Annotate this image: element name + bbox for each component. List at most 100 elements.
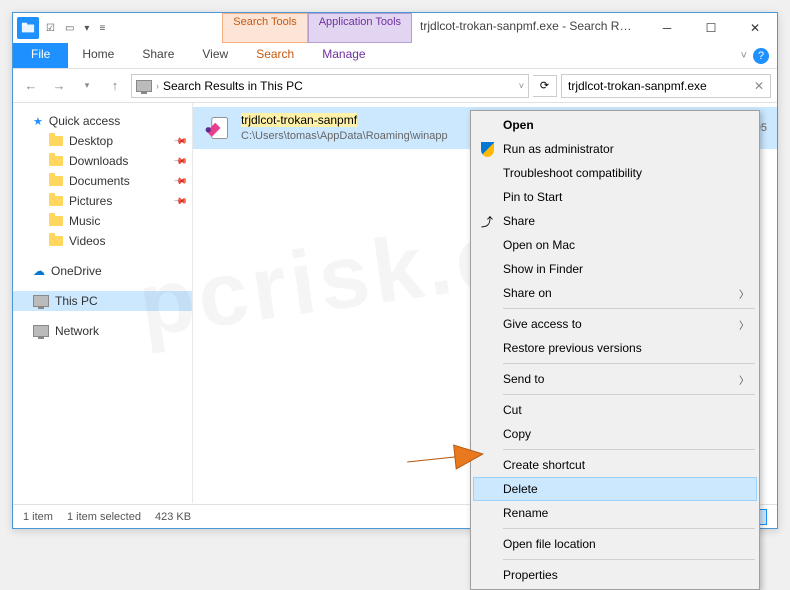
help-icon[interactable]: ? xyxy=(753,48,769,64)
qat-new-folder-icon[interactable]: ▭ xyxy=(62,23,77,34)
qat-properties-icon[interactable]: ☑ xyxy=(43,23,58,34)
pin-icon: 📌 xyxy=(173,153,189,169)
ctx-copy[interactable]: Copy xyxy=(473,422,757,446)
ctx-pin-to-start[interactable]: Pin to Start xyxy=(473,185,757,209)
separator xyxy=(503,363,755,364)
ctx-share-on[interactable]: Share on〉 xyxy=(473,281,757,305)
sidebar-item-desktop[interactable]: Desktop 📌 xyxy=(13,131,192,151)
ctx-show-in-finder[interactable]: Show in Finder xyxy=(473,257,757,281)
ctx-troubleshoot-compatibility[interactable]: Troubleshoot compatibility xyxy=(473,161,757,185)
contextual-tab-application-tools: Application Tools xyxy=(308,13,412,43)
ctx-send-to[interactable]: Send to〉 xyxy=(473,367,757,391)
star-icon: ★ xyxy=(33,115,43,128)
ctx-properties[interactable]: Properties xyxy=(473,563,757,587)
sidebar-item-label: Pictures xyxy=(69,194,112,208)
network-icon xyxy=(33,325,49,337)
sidebar-item-videos[interactable]: Videos xyxy=(13,231,192,251)
sidebar-item-this-pc[interactable]: This PC xyxy=(13,291,192,311)
address-field[interactable]: › Search Results in This PC ˅ xyxy=(131,74,529,98)
context-menu: Open Run as administrator Troubleshoot c… xyxy=(470,110,760,590)
sidebar-item-label: Quick access xyxy=(49,114,120,128)
cloud-icon: ☁ xyxy=(33,264,45,278)
title-bar: ☑ ▭ ▾ ≡ Search Tools Application Tools t… xyxy=(13,13,777,43)
sidebar-item-downloads[interactable]: Downloads 📌 xyxy=(13,151,192,171)
separator xyxy=(503,308,755,309)
search-input[interactable]: trjdlcot-trokan-sanpmf.exe ✕ xyxy=(561,74,771,98)
ctx-give-access-to[interactable]: Give access to〉 xyxy=(473,312,757,336)
sidebar-item-label: Network xyxy=(55,324,99,338)
qat-dropdown-icon[interactable]: ▾ xyxy=(81,23,92,34)
sidebar-item-music[interactable]: Music xyxy=(13,211,192,231)
application-icon xyxy=(203,114,231,142)
sidebar-item-network[interactable]: Network xyxy=(13,321,192,341)
sidebar-item-pictures[interactable]: Pictures 📌 xyxy=(13,191,192,211)
ribbon-tabs: File Home Share View Search Manage ˅ ? xyxy=(13,43,777,69)
tab-share[interactable]: Share xyxy=(128,43,188,68)
address-bar: ← → ▾ ↑ › Search Results in This PC ˅ ⟳ … xyxy=(13,69,777,103)
sidebar-item-documents[interactable]: Documents📌 xyxy=(13,171,192,191)
ctx-create-shortcut[interactable]: Create shortcut xyxy=(473,453,757,477)
app-icon xyxy=(17,17,39,39)
forward-button[interactable]: → xyxy=(47,74,71,98)
ctx-open[interactable]: Open xyxy=(473,113,757,137)
search-value: trjdlcot-trokan-sanpmf.exe xyxy=(568,79,707,93)
separator xyxy=(503,559,755,560)
status-size: 423 KB xyxy=(155,511,191,523)
folder-icon xyxy=(49,216,63,226)
ctx-open-file-location[interactable]: Open file location xyxy=(473,532,757,556)
refresh-button[interactable]: ⟳ xyxy=(533,75,557,97)
ctx-delete[interactable]: Delete xyxy=(473,477,757,501)
chevron-right-icon: › xyxy=(156,81,159,91)
sidebar-item-label: Desktop xyxy=(69,134,113,148)
sidebar-item-label: Documents xyxy=(69,174,130,188)
tab-home[interactable]: Home xyxy=(68,43,128,68)
minimize-button[interactable]: ─ xyxy=(645,13,689,43)
pin-icon: 📌 xyxy=(173,193,189,209)
folder-icon xyxy=(49,136,63,146)
chevron-right-icon: 〉 xyxy=(739,286,749,301)
contextual-tab-search-tools: Search Tools xyxy=(222,13,307,43)
back-button[interactable]: ← xyxy=(19,74,43,98)
tab-view[interactable]: View xyxy=(188,43,242,68)
ctx-open-on-mac[interactable]: Open on Mac xyxy=(473,233,757,257)
folder-icon xyxy=(49,156,63,166)
ctx-rename[interactable]: Rename xyxy=(473,501,757,525)
separator xyxy=(503,394,755,395)
close-button[interactable]: ✕ xyxy=(733,13,777,43)
separator xyxy=(503,528,755,529)
ctx-restore-previous-versions[interactable]: Restore previous versions xyxy=(473,336,757,360)
sidebar-item-onedrive[interactable]: ☁ OneDrive xyxy=(13,261,192,281)
breadcrumb[interactable]: Search Results in This PC xyxy=(163,79,303,93)
file-name: trjdlcot-trokan-sanpmf xyxy=(241,112,448,129)
navigation-pane: ★ Quick access Desktop 📌 Downloads 📌 Docum… xyxy=(13,103,193,503)
window-title: trjdlcot-trokan-sanpmf.exe - Search Resu… xyxy=(412,13,645,43)
ctx-run-as-administrator[interactable]: Run as administrator xyxy=(473,137,757,161)
up-button[interactable]: ↑ xyxy=(103,74,127,98)
pin-icon: 📌 xyxy=(173,133,189,149)
ribbon-expand-icon[interactable]: ˅ xyxy=(741,50,747,62)
sidebar-item-label: OneDrive xyxy=(51,264,102,278)
folder-icon xyxy=(49,176,63,186)
maximize-button[interactable]: ☐ xyxy=(689,13,733,43)
share-icon: ⤴ xyxy=(479,213,495,229)
tab-search[interactable]: Search xyxy=(242,43,308,68)
sidebar-item-quick-access[interactable]: ★ Quick access xyxy=(13,111,192,131)
shield-icon xyxy=(479,141,495,157)
qat-customize-icon[interactable]: ≡ xyxy=(96,23,108,34)
ctx-share[interactable]: ⤴Share xyxy=(473,209,757,233)
file-path: C:\Users\tomas\AppData\Roaming\winapp xyxy=(241,129,448,144)
chevron-down-icon[interactable]: ˅ xyxy=(519,81,524,91)
sidebar-item-label: Music xyxy=(69,214,100,228)
chevron-right-icon: 〉 xyxy=(739,372,749,387)
status-selected-count: 1 item selected xyxy=(67,511,141,523)
tab-manage[interactable]: Manage xyxy=(308,43,379,68)
folder-icon xyxy=(49,196,63,206)
sidebar-item-label: Videos xyxy=(69,234,105,248)
arrow-indicator xyxy=(405,440,485,481)
sidebar-item-label: Downloads xyxy=(69,154,128,168)
tab-file[interactable]: File xyxy=(13,43,68,68)
clear-search-icon[interactable]: ✕ xyxy=(754,79,764,93)
chevron-right-icon: 〉 xyxy=(739,317,749,332)
ctx-cut[interactable]: Cut xyxy=(473,398,757,422)
recent-locations-button[interactable]: ▾ xyxy=(75,74,99,98)
